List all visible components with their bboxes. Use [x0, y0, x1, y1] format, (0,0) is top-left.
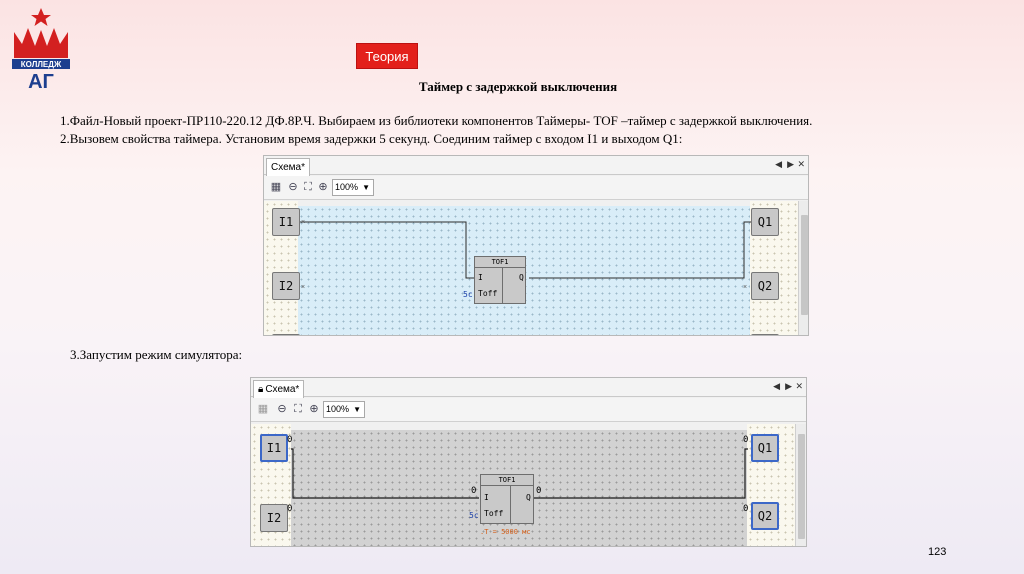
block-input-label: I — [478, 273, 483, 282]
tab-bar: Схема* ◀ ▶ ✕ — [264, 156, 808, 176]
block-param-label: Toff — [478, 289, 498, 298]
scrollbar-thumb[interactable] — [798, 434, 805, 539]
fit-to-screen-icon[interactable]: ⛶ — [291, 402, 305, 416]
input-i1[interactable]: I1 — [260, 434, 288, 462]
step-1-text: 1.Файл-Новый проект-ПР110-220.12 ДФ.8Р.Ч… — [60, 113, 813, 128]
vertical-scrollbar[interactable] — [798, 201, 808, 335]
close-icon[interactable]: ✕ — [797, 159, 805, 170]
section-badge: Теория — [356, 43, 418, 69]
tof-timer-block[interactable]: TOF1 I Q Toff — [474, 256, 526, 304]
output-q2[interactable]: Q2 — [751, 502, 779, 530]
scheme-editor-window: Схема* ◀ ▶ ✕ ▦ ⊖ ⛶ ⊕ 100% ▼ × × × I1 I2 Q… — [263, 155, 809, 336]
tab-bar: 🔒︎ Схема* ◀ ▶ ✕ — [251, 378, 806, 398]
output-q1-value: 0 — [743, 435, 749, 445]
toolbar: ▦ ⊖ ⛶ ⊕ 100% ▼ — [264, 176, 808, 200]
close-icon[interactable]: ✕ — [795, 381, 803, 392]
block-output-label: Q — [526, 493, 531, 502]
step-3-text: 3.Запустим режим симулятора: — [70, 347, 243, 362]
grid-toggle-icon[interactable]: ▦ — [269, 180, 283, 194]
tab-scroll-right-icon[interactable]: ▶ — [785, 381, 792, 392]
input-i3[interactable] — [272, 334, 300, 335]
block-output-label: Q — [519, 273, 524, 282]
step-2-text: 2.Вызовем свойства таймера. Установим вр… — [60, 131, 683, 146]
block-output-value: 0 — [536, 486, 542, 496]
fit-to-screen-icon[interactable]: ⛶ — [301, 180, 315, 194]
zoom-out-icon[interactable]: ⊖ — [275, 402, 289, 416]
zoom-select[interactable]: 100% ▼ — [332, 179, 374, 196]
chevron-down-icon: ▼ — [362, 183, 370, 192]
tab-scheme[interactable]: 🔒︎ Схема* — [253, 380, 305, 398]
scrollbar-thumb[interactable] — [801, 215, 808, 315]
output-q1[interactable]: Q1 — [751, 208, 779, 236]
sim-time-readout: .T = 5000 мс — [480, 528, 531, 536]
toolbar: ▦ ⊖ ⛶ ⊕ 100% ▼ — [251, 398, 806, 422]
grid-toggle-icon[interactable]: ▦ — [256, 402, 270, 416]
input-i1-value: 0 — [287, 435, 293, 445]
output-q3[interactable] — [751, 334, 779, 335]
page-number: 123 — [928, 546, 947, 558]
zoom-in-icon[interactable]: ⊕ — [307, 402, 321, 416]
block-name: TOF1 — [475, 257, 525, 268]
svg-text:КОЛЛЕДЖ: КОЛЛЕДЖ — [21, 60, 62, 69]
input-i2[interactable]: I2 — [260, 504, 288, 532]
tab-scroll-right-icon[interactable]: ▶ — [787, 159, 794, 170]
chevron-down-icon: ▼ — [353, 405, 361, 414]
college-logo: КОЛЛЕДЖ АГ — [12, 8, 70, 90]
block-name: TOF1 — [481, 475, 533, 486]
tab-scroll-left-icon[interactable]: ◀ — [773, 381, 780, 392]
block-input-value: 0 — [471, 486, 477, 496]
tab-scheme[interactable]: Схема* — [266, 158, 310, 176]
output-q2-value: 0 — [743, 504, 749, 514]
zoom-in-icon[interactable]: ⊕ — [316, 180, 330, 194]
output-q1[interactable]: Q1 — [751, 434, 779, 462]
lock-icon: 🔒︎ — [258, 383, 264, 395]
input-i2-value: 0 — [287, 504, 293, 514]
slide-title: Таймер с задержкой выключения — [418, 79, 618, 94]
tof-timer-block[interactable]: TOF1 I Q Toff — [480, 474, 534, 524]
block-input-label: I — [484, 493, 489, 502]
input-i2[interactable]: I2 — [272, 272, 300, 300]
tab-scroll-left-icon[interactable]: ◀ — [775, 159, 782, 170]
input-i1[interactable]: I1 — [272, 208, 300, 236]
delay-param-value: 5c — [469, 511, 479, 520]
simulator-window: 🔒︎ Схема* ◀ ▶ ✕ ▦ ⊖ ⛶ ⊕ 100% ▼ I1 0 I2 0 Q… — [250, 377, 807, 547]
delay-param-value: 5c — [463, 290, 473, 299]
block-param-label: Toff — [484, 509, 504, 518]
zoom-out-icon[interactable]: ⊖ — [286, 180, 300, 194]
zoom-select[interactable]: 100% ▼ — [323, 401, 365, 418]
output-q2[interactable]: Q2 — [751, 272, 779, 300]
vertical-scrollbar[interactable] — [795, 424, 806, 546]
